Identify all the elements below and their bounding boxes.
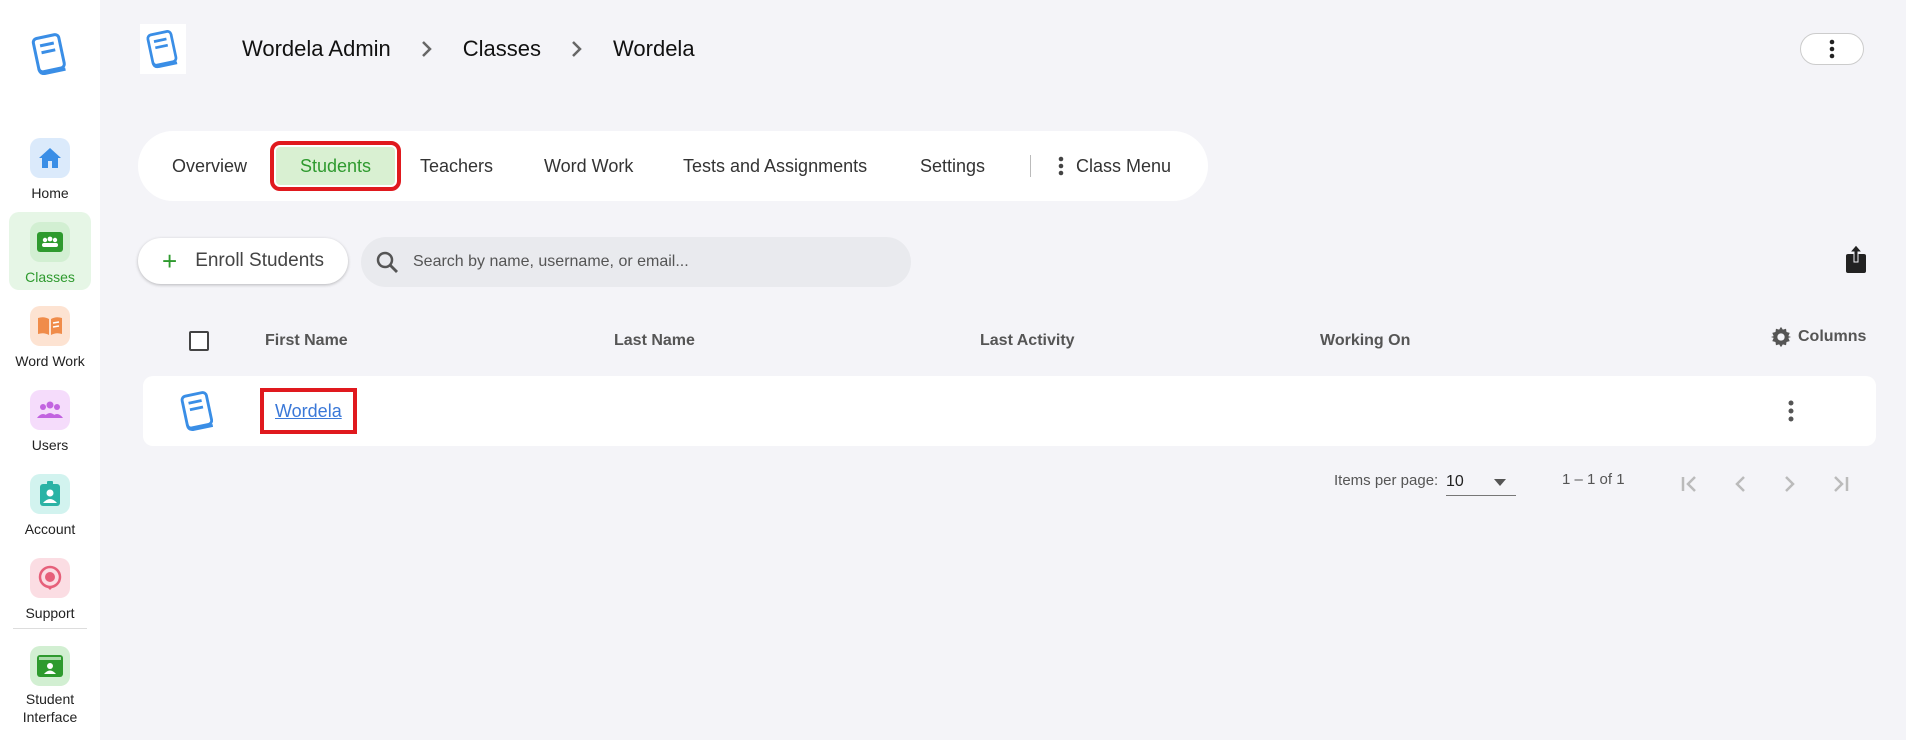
support-icon [30, 558, 70, 598]
pagination-range: 1 – 1 of 1 [1562, 471, 1625, 488]
sidebar-item-student-interface[interactable]: Student Interface [9, 636, 91, 730]
vertical-dots-icon [1058, 156, 1064, 176]
breadcrumb-item-current: Wordela [613, 36, 695, 61]
tab-settings[interactable]: Settings [920, 147, 985, 185]
sidebar-divider [13, 628, 87, 629]
breadcrumb-item-classes[interactable]: Classes [463, 36, 541, 62]
users-icon [30, 390, 70, 430]
caret-down-icon [1494, 479, 1506, 486]
sidebar-item-account[interactable]: Account [9, 464, 91, 542]
first-page-button[interactable] [1666, 460, 1714, 508]
sidebar-item-label: Users [31, 437, 69, 453]
table-header: First Name Last Name Last Activity Worki… [138, 318, 1878, 364]
student-first-name-link[interactable]: Wordela [260, 388, 357, 434]
home-icon [30, 138, 70, 178]
tab-divider [1030, 155, 1031, 177]
open-book-icon [30, 306, 70, 346]
chevron-left-icon [1735, 476, 1745, 492]
tab-overview[interactable]: Overview [172, 147, 247, 185]
class-menu-button[interactable]: Class Menu [1058, 147, 1171, 185]
column-header-last-activity[interactable]: Last Activity [980, 332, 1075, 350]
id-badge-icon [30, 474, 70, 514]
class-tabs: Overview Students Teachers Word Work Tes… [138, 131, 1208, 201]
previous-page-button[interactable] [1716, 460, 1764, 508]
header-more-button[interactable] [1800, 33, 1864, 65]
column-header-last-name[interactable]: Last Name [614, 332, 695, 350]
search-icon [375, 250, 399, 274]
sidebar-item-support[interactable]: Support [9, 548, 91, 626]
sidebar-item-word-work[interactable]: Word Work [9, 296, 91, 374]
chevron-right-icon [1785, 476, 1795, 492]
enroll-students-label: Enroll Students [195, 250, 325, 271]
first-page-icon [1681, 476, 1696, 492]
tab-students[interactable]: Students [269, 141, 402, 191]
sidebar-item-label: Support [25, 605, 75, 621]
class-logo-icon [140, 24, 186, 74]
sidebar-item-label: Word Work [15, 353, 85, 369]
columns-label: Columns [1798, 328, 1867, 345]
class-menu-label: Class Menu [1076, 155, 1172, 176]
sidebar-item-home[interactable]: Home [9, 128, 91, 206]
chevron-right-icon [541, 40, 613, 58]
tab-tests-and-assignments[interactable]: Tests and Assignments [683, 147, 867, 185]
chevron-right-icon [391, 40, 463, 58]
breadcrumb-item-wordela-admin[interactable]: Wordela Admin [242, 36, 391, 62]
items-per-page-select[interactable]: 10 [1446, 468, 1516, 496]
tab-word-work[interactable]: Word Work [544, 147, 633, 185]
sidebar-item-label: Classes [25, 269, 75, 285]
items-per-page-value: 10 [1446, 472, 1464, 490]
export-button[interactable] [1842, 242, 1870, 276]
sidebar-item-label: Account [24, 521, 76, 537]
sidebar-item-classes[interactable]: Classes [9, 212, 91, 290]
breadcrumb: Wordela Admin Classes Wordela [242, 34, 695, 64]
sidebar-item-users[interactable]: Users [9, 380, 91, 458]
export-icon [1846, 244, 1866, 273]
search-input[interactable] [413, 253, 883, 271]
student-avatar-book-icon [177, 388, 219, 439]
gear-icon [1770, 326, 1792, 348]
sidebar: Home Classes Word Work Users Account Sup… [0, 0, 100, 740]
last-page-button[interactable] [1816, 460, 1864, 508]
select-all-checkbox[interactable] [189, 331, 209, 351]
row-more-button[interactable] [1783, 396, 1799, 426]
table-row: Wordela [143, 376, 1876, 446]
next-page-button[interactable] [1766, 460, 1814, 508]
classroom-icon [30, 222, 70, 262]
last-page-icon [1834, 476, 1849, 492]
book-logo-icon[interactable] [28, 30, 72, 78]
vertical-dots-icon [1788, 400, 1794, 422]
sidebar-item-label: Home [31, 185, 69, 201]
search-bar [361, 237, 911, 287]
items-per-page-label: Items per page: [1334, 472, 1439, 489]
enroll-students-button[interactable]: + Enroll Students [138, 238, 348, 284]
columns-button[interactable]: Columns [1770, 326, 1866, 348]
student-screen-icon [30, 646, 70, 686]
tab-teachers[interactable]: Teachers [420, 147, 493, 185]
sidebar-item-label-line2: Interface [22, 709, 78, 725]
column-header-working-on[interactable]: Working On [1320, 332, 1410, 350]
plus-icon: + [162, 246, 178, 276]
sidebar-item-label-line1: Student [25, 691, 75, 707]
column-header-first-name[interactable]: First Name [265, 332, 348, 350]
vertical-dots-icon [1829, 39, 1835, 59]
